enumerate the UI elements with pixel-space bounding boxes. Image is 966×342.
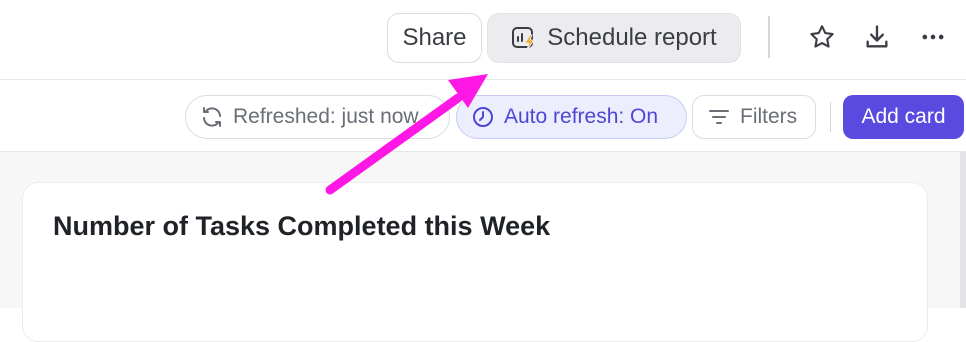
- dashboard-toolbar: Refreshed: just now Auto refresh: On Fil…: [0, 80, 966, 152]
- schedule-report-icon: [511, 25, 537, 51]
- more-options-icon[interactable]: [916, 20, 950, 54]
- toolbar-divider: [830, 102, 831, 132]
- schedule-report-label: Schedule report: [547, 24, 717, 51]
- filter-icon: [707, 105, 731, 129]
- refresh-status-button[interactable]: Refreshed: just now: [185, 95, 450, 139]
- add-card-button[interactable]: Add card: [843, 95, 964, 139]
- top-bar: Share Schedule report: [0, 0, 966, 80]
- scrollbar-track[interactable]: [960, 152, 966, 308]
- card-title: Number of Tasks Completed this Week: [53, 211, 551, 241]
- auto-refresh-toggle[interactable]: Auto refresh: On: [456, 95, 687, 139]
- filters-label: Filters: [740, 105, 798, 128]
- refresh-icon: [200, 105, 224, 129]
- refresh-status-label: Refreshed: just now: [233, 105, 419, 128]
- dashboard-card[interactable]: Number of Tasks Completed this Week: [22, 182, 928, 342]
- schedule-report-button[interactable]: Schedule report: [487, 13, 741, 63]
- add-card-label: Add card: [861, 105, 946, 128]
- download-icon[interactable]: [860, 20, 894, 54]
- clock-icon: [471, 105, 495, 129]
- share-button-label: Share: [402, 24, 467, 51]
- share-button[interactable]: Share: [387, 13, 482, 63]
- filters-button[interactable]: Filters: [692, 95, 816, 139]
- dashboard-canvas: Number of Tasks Completed this Week: [0, 152, 966, 342]
- header-divider: [768, 16, 770, 58]
- star-icon[interactable]: [805, 20, 839, 54]
- auto-refresh-label: Auto refresh: On: [504, 105, 659, 128]
